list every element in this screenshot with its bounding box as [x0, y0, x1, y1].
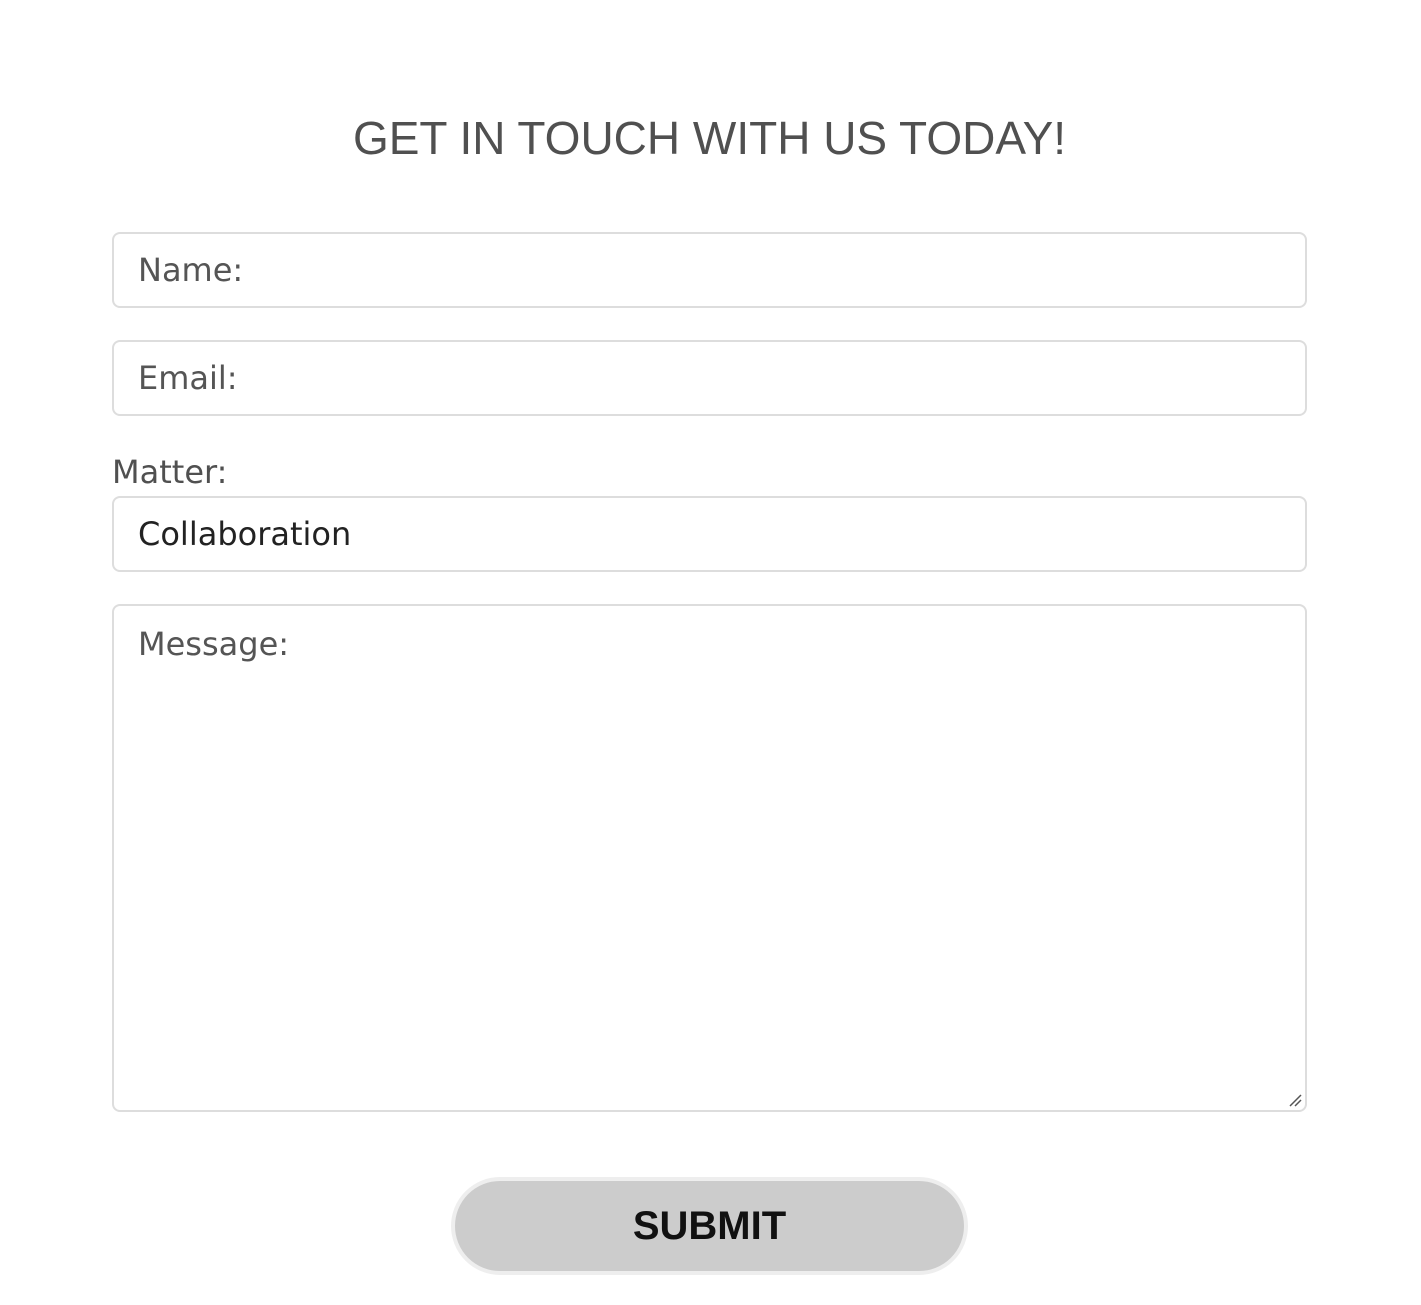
name-field[interactable]: Name:	[112, 232, 1307, 308]
matter-select[interactable]: Collaboration	[112, 496, 1307, 572]
matter-label: Matter:	[112, 453, 228, 491]
name-placeholder: Name:	[138, 251, 244, 289]
email-field[interactable]: Email:	[112, 340, 1307, 416]
resize-grip-icon[interactable]	[1287, 1092, 1303, 1108]
submit-button[interactable]: SUBMIT	[451, 1177, 968, 1275]
matter-selected-value: Collaboration	[138, 515, 352, 553]
page-title: GET IN TOUCH WITH US TODAY!	[352, 112, 1067, 164]
message-placeholder: Message:	[138, 625, 290, 663]
message-textarea[interactable]: Message:	[112, 604, 1307, 1112]
email-placeholder: Email:	[138, 359, 238, 397]
